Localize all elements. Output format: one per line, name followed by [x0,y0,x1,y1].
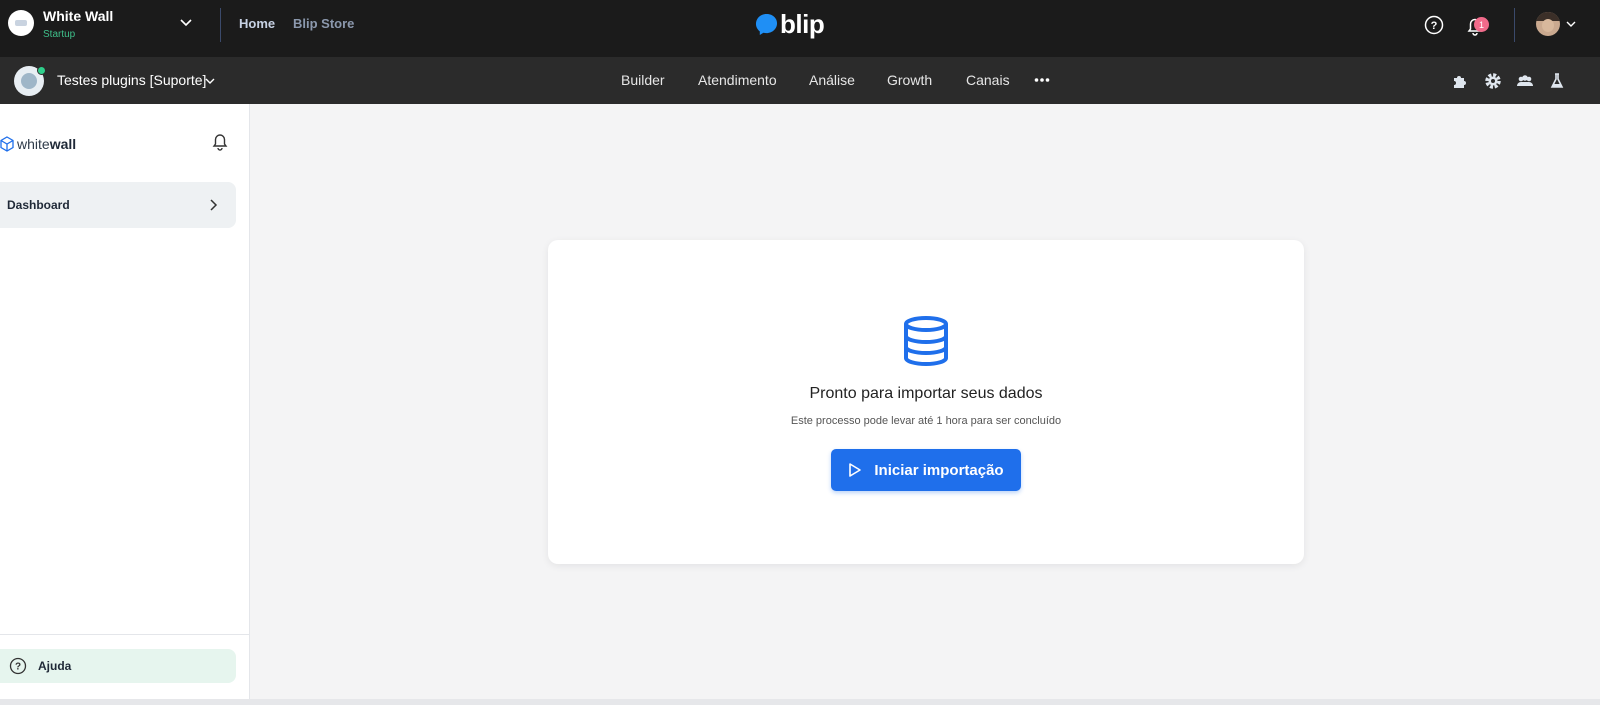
bot-selector[interactable]: Testes plugins [Suporte] [57,72,206,88]
whitewall-logo: white wall [0,136,76,152]
chat-bubble-icon [755,13,778,35]
svg-text:?: ? [1431,20,1438,32]
svg-text:?: ? [15,662,21,673]
nav-blip-store[interactable]: Blip Store [293,16,354,31]
brand-name: blip [780,8,825,39]
online-status-dot [37,66,46,75]
gear-icon[interactable] [1483,71,1503,91]
button-label: Iniciar importação [874,461,1004,479]
divider [0,634,249,635]
chevron-down-icon[interactable] [204,75,216,87]
import-card: Pronto para importar seus dados Este pro… [548,240,1304,564]
sidebar-item-help[interactable]: ? Ajuda [0,649,236,683]
chevron-down-icon[interactable] [178,14,194,30]
puzzle-icon[interactable] [1451,71,1471,91]
nav-home[interactable]: Home [239,16,275,31]
blip-logo[interactable]: blip [755,8,825,39]
start-import-button[interactable]: Iniciar importação [831,449,1021,491]
divider [1514,8,1515,42]
divider [220,8,221,42]
cube-icon [0,136,14,152]
org-logo[interactable] [8,10,34,36]
sidebar-item-dashboard[interactable]: Dashboard [0,182,236,228]
bottom-scrollbar[interactable] [0,699,1600,705]
tab-builder[interactable]: Builder [621,72,665,88]
database-icon [904,316,948,366]
logo-text-thin: white [17,136,50,152]
chevron-down-icon[interactable] [1565,18,1577,30]
sidebar-item-label: Dashboard [7,198,70,212]
notification-badge: 1 [1474,17,1489,32]
org-name[interactable]: White Wall [43,8,113,24]
chevron-right-icon [210,199,218,211]
logo-text-bold: wall [49,136,77,152]
tab-growth[interactable]: Growth [887,72,932,88]
play-icon [849,463,862,477]
org-plan: Startup [43,29,76,40]
more-icon[interactable] [1034,75,1050,85]
user-avatar[interactable] [1536,12,1560,36]
help-icon[interactable]: ? [1424,15,1444,35]
help-icon: ? [9,657,27,675]
flask-icon[interactable] [1547,71,1567,91]
users-icon[interactable] [1515,71,1535,91]
bot-bar: Testes plugins [Suporte] Builder Atendim… [0,57,1600,104]
top-bar: White Wall Startup Home Blip Store blip … [0,0,1600,57]
card-subtitle: Este processo pode levar até 1 hora para… [790,415,1062,427]
tab-canais[interactable]: Canais [966,72,1010,88]
tab-analise[interactable]: Análise [809,72,855,88]
sidebar-item-label: Ajuda [38,659,72,673]
sidebar: white wall Dashboard ? Ajuda [0,104,250,699]
card-title: Pronto para importar seus dados [809,385,1043,402]
bell-icon[interactable] [210,131,230,151]
tab-atendimento[interactable]: Atendimento [698,72,777,88]
